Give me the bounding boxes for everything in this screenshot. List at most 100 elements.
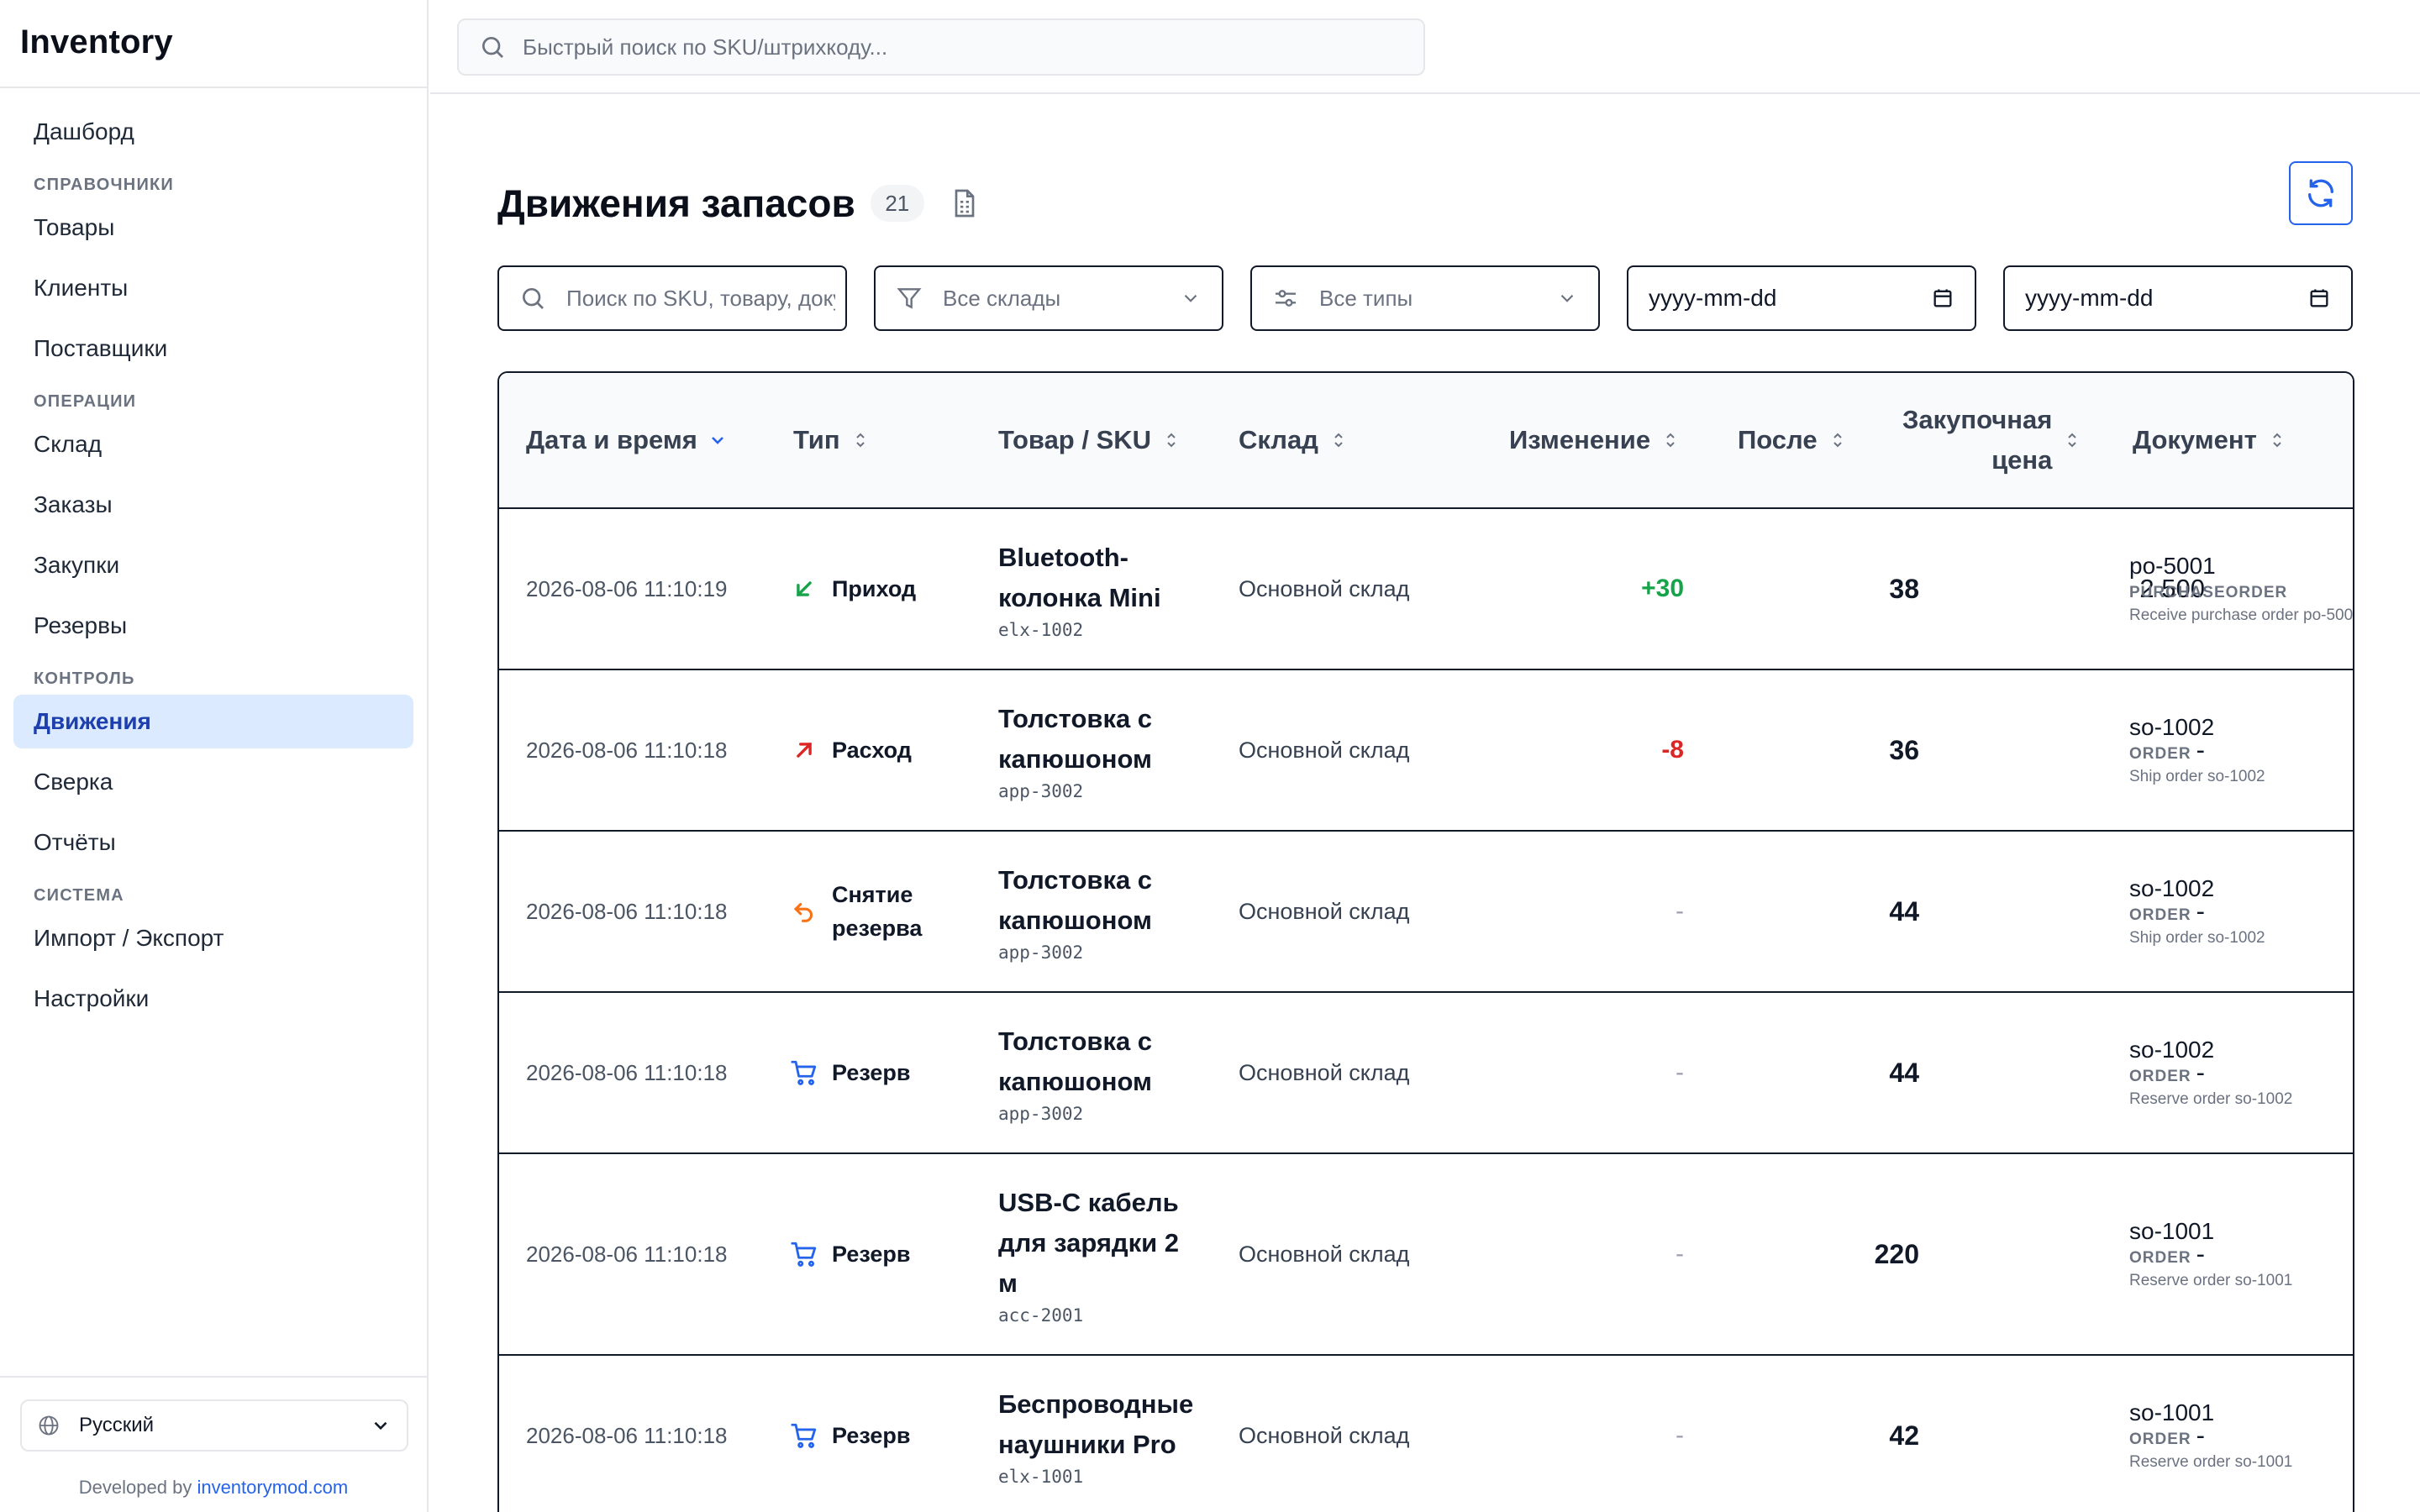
document-cell: so-1001 ORDER Reserve order so-1001: [2129, 1356, 2353, 1512]
refresh-button[interactable]: [2289, 161, 2353, 225]
sliders-icon: [1276, 290, 1296, 307]
filters-bar: Все склады Все типы yyyy-mm-dd yyyy-mm-d…: [497, 265, 2354, 331]
column-purchase-price[interactable]: Закупочная цена: [1902, 373, 2082, 507]
quantity-change: -: [1676, 1421, 1684, 1449]
column-type[interactable]: Тип: [793, 373, 871, 507]
sidebar-item[interactable]: Поставщики: [13, 322, 413, 375]
sidebar-item[interactable]: Импорт / Экспорт: [13, 911, 413, 965]
column-change[interactable]: Изменение: [1509, 373, 1681, 507]
export-document-icon[interactable]: [948, 186, 981, 220]
table-row[interactable]: 2026-08-06 11:10:18 Расход Толстовка с капю…: [499, 670, 2353, 832]
type-label: Приход: [832, 575, 917, 601]
warehouse-name: Основной склад: [1239, 1241, 1410, 1267]
movement-type: Резерв: [790, 993, 911, 1152]
product-name: Беспроводные: [998, 1389, 1194, 1419]
movement-type: Резерв: [790, 1356, 911, 1512]
product-sku: app-3002: [998, 942, 1084, 963]
table-row[interactable]: 2026-08-06 11:10:18 Резерв Беспроводные нау…: [499, 1356, 2353, 1512]
sidebar-item[interactable]: Отчёты: [13, 816, 413, 869]
product-cell: Толстовка с капюшоном app-3002: [998, 670, 1225, 830]
quantity-after: 42: [1889, 1420, 1919, 1451]
calendar-icon[interactable]: [1931, 286, 1954, 310]
arrow-down-left-icon: [790, 575, 818, 603]
language-select[interactable]: Русский: [20, 1399, 408, 1452]
sidebar-item[interactable]: Закупки: [13, 538, 413, 592]
column-type-label: Тип: [793, 425, 840, 454]
page-title: Движения запасов: [497, 181, 855, 225]
table-row[interactable]: 2026-08-06 11:10:18 Резерв USB-C кабель для…: [499, 1154, 2353, 1356]
sidebar-item[interactable]: Клиенты: [13, 261, 413, 315]
sort-icon: [1334, 433, 1343, 448]
quick-search-input[interactable]: [523, 34, 1403, 60]
table-search-input[interactable]: [566, 285, 835, 312]
nav-section-heading: ОПЕРАЦИИ: [34, 392, 137, 411]
document-note: Reserve order so-1001: [2129, 1272, 2293, 1289]
document-link[interactable]: so-1001: [2129, 1216, 2214, 1247]
main-content: Движения запасов 21 Все склады Все типы: [430, 94, 2420, 1512]
product-name: наушники Pro: [998, 1430, 1176, 1459]
document-note: Reserve order so-1002: [2129, 1090, 2293, 1108]
sort-icon: [855, 433, 865, 448]
document-link[interactable]: so-1002: [2129, 1035, 2214, 1065]
movement-datetime: 2026-08-06 11:10:18: [526, 737, 728, 763]
warehouse-name: Основной склад: [1239, 575, 1410, 601]
nav-section-heading: КОНТРОЛЬ: [34, 669, 135, 688]
sidebar-item[interactable]: Дашборд: [13, 105, 413, 159]
sidebar-item[interactable]: Заказы: [13, 478, 413, 532]
column-change-label: Изменение: [1509, 425, 1651, 454]
table-body: 2026-08-06 11:10:19 Приход Bluetooth-колон…: [499, 509, 2353, 1512]
document-link[interactable]: so-1002: [2129, 874, 2214, 904]
sort-icon: [1833, 433, 1842, 448]
cart-icon: [790, 1421, 818, 1450]
document-note: Receive purchase order po-5001: [2129, 606, 2354, 624]
movement-datetime: 2026-08-06 11:10:18: [526, 1422, 728, 1448]
topbar: [430, 0, 2420, 94]
cart-icon: [790, 1240, 818, 1268]
sidebar-item[interactable]: Движения: [13, 695, 413, 748]
sidebar-item[interactable]: Резервы: [13, 599, 413, 653]
movement-type: Расход: [790, 670, 912, 830]
search-icon: [482, 37, 503, 58]
column-after[interactable]: После: [1738, 373, 1848, 507]
product-name: USB-C кабель: [998, 1188, 1179, 1217]
quantity-change: -: [1676, 1240, 1684, 1268]
product-cell: Bluetooth-колонка Mini elx-1002: [998, 509, 1225, 669]
column-document[interactable]: Документ: [2133, 373, 2287, 507]
sidebar-item[interactable]: Настройки: [13, 972, 413, 1026]
developer-link[interactable]: inventorymod.com: [197, 1477, 348, 1498]
table-row[interactable]: 2026-08-06 11:10:18 Резерв Толстовка с капю…: [499, 993, 2353, 1154]
table-row[interactable]: 2026-08-06 11:10:19 Приход Bluetooth-колон…: [499, 509, 2353, 670]
sidebar-item[interactable]: Склад: [13, 417, 413, 471]
sidebar-item[interactable]: Товары: [13, 201, 413, 255]
column-warehouse[interactable]: Склад: [1239, 373, 1349, 507]
table-row[interactable]: 2026-08-06 11:10:18 Снятие резерва Толстовк…: [499, 832, 2353, 993]
date-to-input[interactable]: yyyy-mm-dd: [2003, 265, 2353, 331]
type-label: Резерв: [832, 1059, 911, 1085]
type-label: Расход: [832, 737, 912, 763]
document-type: ORDER: [2129, 1068, 2191, 1085]
document-link[interactable]: so-1002: [2129, 712, 2214, 743]
column-product[interactable]: Товар / SKU: [998, 373, 1181, 507]
warehouse-select[interactable]: Все склады: [874, 265, 1223, 331]
app-root: Inventory Дашборд СПРАВОЧНИКИ Товары Клиент…: [0, 0, 2420, 1512]
column-datetime[interactable]: Дата и время: [526, 373, 728, 507]
sort-icon: [2273, 433, 2281, 448]
date-from-input[interactable]: yyyy-mm-dd: [1627, 265, 1976, 331]
movement-type: Резерв: [790, 1154, 911, 1354]
product-name: капюшоном: [998, 906, 1152, 935]
document-link[interactable]: po-5001: [2129, 551, 2216, 581]
quantity-after: 220: [1874, 1238, 1919, 1269]
document-link[interactable]: so-1001: [2129, 1398, 2214, 1428]
chevron-down-icon: [1560, 294, 1574, 302]
movement-type: Приход: [790, 509, 916, 669]
product-cell: USB-C кабель для зарядки 2 м acc-2001: [998, 1154, 1225, 1354]
undo-icon: [790, 897, 818, 926]
product-name: для зарядки 2: [998, 1228, 1180, 1257]
type-select[interactable]: Все типы: [1250, 265, 1600, 331]
calendar-icon[interactable]: [2307, 286, 2331, 310]
document-type: ORDER: [2129, 906, 2191, 924]
product-name: м: [998, 1268, 1018, 1298]
product-cell: Толстовка с капюшоном app-3002: [998, 993, 1225, 1152]
sidebar-item[interactable]: Сверка: [13, 755, 413, 809]
movement-datetime: 2026-08-06 11:10:18: [526, 898, 728, 924]
